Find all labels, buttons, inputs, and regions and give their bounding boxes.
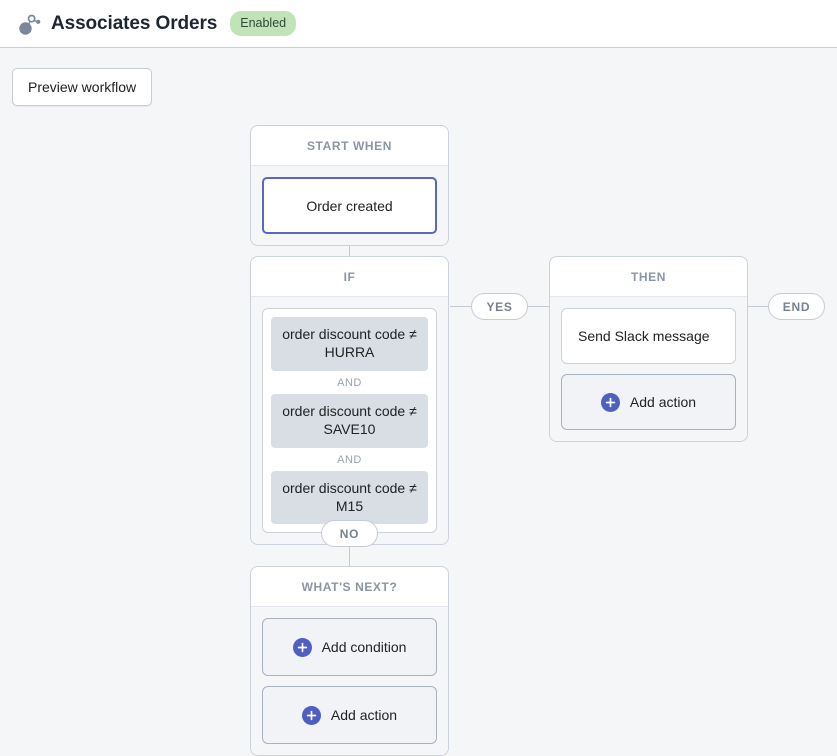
then-node[interactable]: THEN Send Slack message Add action bbox=[549, 256, 748, 442]
then-node-body: Send Slack message Add action bbox=[550, 297, 747, 441]
condition-node-body: order discount code ≠ HURRA AND order di… bbox=[251, 297, 448, 545]
condition-chip[interactable]: order discount code ≠ HURRA bbox=[271, 317, 428, 371]
page-title: Associates Orders bbox=[51, 12, 218, 34]
connector-then-to-end bbox=[747, 306, 769, 307]
whats-next-node-header: WHAT'S NEXT? bbox=[251, 567, 448, 607]
workflow-canvas[interactable]: START WHEN Order created IF order discou… bbox=[0, 48, 837, 756]
whats-next-node[interactable]: WHAT'S NEXT? Add condition Add action bbox=[250, 566, 449, 756]
add-action-button[interactable]: Add action bbox=[561, 374, 736, 430]
action-item-send-slack-message[interactable]: Send Slack message bbox=[561, 308, 736, 364]
add-action-label: Add action bbox=[629, 394, 697, 410]
condition-chip[interactable]: order discount code ≠ SAVE10 bbox=[271, 393, 428, 448]
condition-chip[interactable]: order discount code ≠ M15 bbox=[271, 470, 428, 525]
plus-circle-icon bbox=[301, 705, 321, 725]
add-action-label: Add action bbox=[330, 707, 398, 723]
add-condition-button[interactable]: Add condition bbox=[262, 618, 437, 676]
add-action-button[interactable]: Add action bbox=[262, 686, 437, 744]
plus-circle-icon bbox=[292, 637, 312, 657]
condition-list: order discount code ≠ HURRA AND order di… bbox=[262, 308, 437, 534]
plus-circle-icon bbox=[600, 392, 620, 412]
status-badge: Enabled bbox=[230, 10, 297, 37]
trigger-node-header: START WHEN bbox=[251, 126, 448, 166]
connector-yes-to-then bbox=[527, 306, 550, 307]
add-condition-label: Add condition bbox=[321, 639, 407, 655]
connector-if-to-yes bbox=[450, 306, 472, 307]
condition-node[interactable]: IF order discount code ≠ HURRA AND order… bbox=[250, 256, 449, 546]
branch-pill-end: END bbox=[768, 293, 825, 320]
condition-node-header: IF bbox=[251, 257, 448, 297]
workflow-graph-icon bbox=[19, 14, 41, 35]
trigger-node[interactable]: START WHEN Order created bbox=[250, 125, 449, 246]
condition-operator: AND bbox=[337, 376, 362, 389]
app-header: Associates Orders Enabled bbox=[0, 0, 837, 48]
trigger-item[interactable]: Order created bbox=[262, 177, 437, 234]
branch-pill-yes: YES bbox=[471, 293, 528, 320]
whats-next-node-body: Add condition Add action bbox=[251, 607, 448, 755]
trigger-node-body: Order created bbox=[251, 166, 448, 245]
condition-operator: AND bbox=[337, 453, 362, 466]
branch-pill-no: NO bbox=[321, 520, 378, 547]
then-node-header: THEN bbox=[550, 257, 747, 297]
